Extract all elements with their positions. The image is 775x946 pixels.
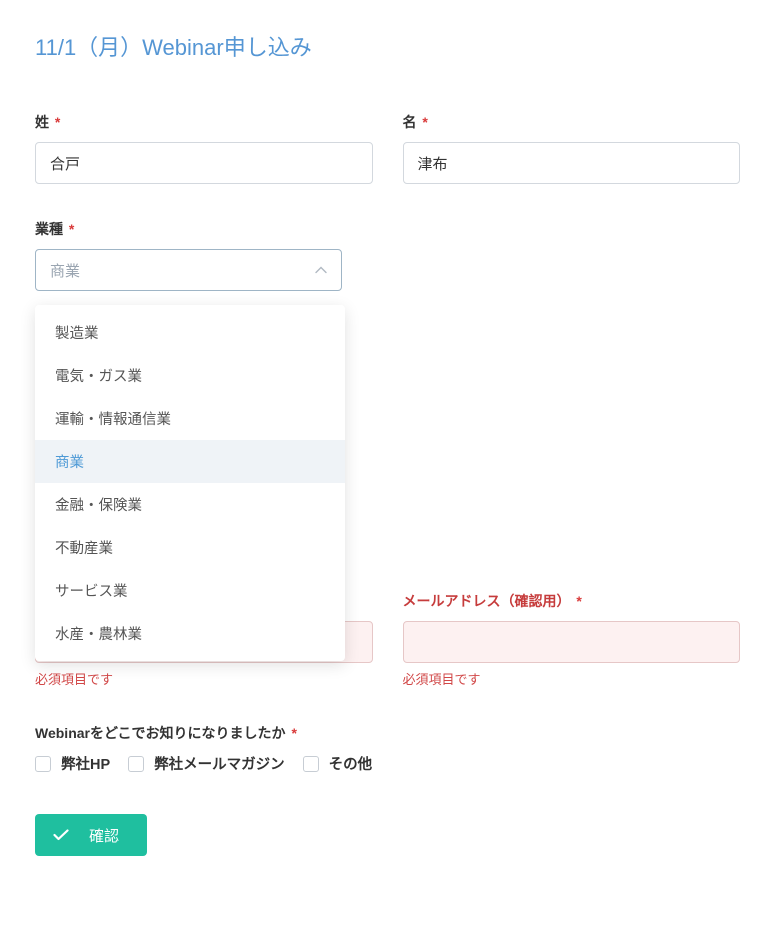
email-confirm-error: 必須項目です bbox=[403, 669, 741, 688]
dropdown-option[interactable]: 水産・農林業 bbox=[35, 612, 345, 655]
source-option: その他 bbox=[303, 753, 373, 774]
email-confirm-group: メールアドレス（確認用） * 必須項目です bbox=[403, 591, 741, 688]
industry-selected-value: 商業 bbox=[50, 260, 80, 281]
confirm-button[interactable]: 確認 bbox=[35, 814, 147, 856]
required-mark: * bbox=[576, 593, 581, 609]
checkbox-label: 弊社HP bbox=[61, 753, 110, 774]
source-option: 弊社メールマガジン bbox=[128, 753, 285, 774]
lastname-label: 姓 * bbox=[35, 112, 373, 132]
industry-group: 業種 * 商業 製造業 電気・ガス業 運輸・情報通信業 商業 金融・保険業 不動… bbox=[35, 219, 342, 291]
checkbox-label: その他 bbox=[329, 753, 373, 774]
dropdown-option[interactable]: 商業 bbox=[35, 440, 345, 483]
required-mark: * bbox=[291, 725, 296, 741]
email-confirm-input[interactable] bbox=[403, 621, 741, 663]
checkbox-mailmag[interactable] bbox=[128, 756, 144, 772]
dropdown-option[interactable]: 電気・ガス業 bbox=[35, 354, 345, 397]
dropdown-option[interactable]: 不動産業 bbox=[35, 526, 345, 569]
dropdown-option[interactable]: サービス業 bbox=[35, 569, 345, 612]
firstname-input[interactable] bbox=[403, 142, 741, 184]
lastname-group: 姓 * bbox=[35, 112, 373, 184]
check-icon bbox=[53, 829, 69, 841]
dropdown-option[interactable]: 運輸・情報通信業 bbox=[35, 397, 345, 440]
industry-dropdown: 製造業 電気・ガス業 運輸・情報通信業 商業 金融・保険業 不動産業 サービス業… bbox=[35, 305, 345, 661]
chevron-up-icon bbox=[315, 266, 327, 274]
industry-label: 業種 * bbox=[35, 219, 342, 239]
required-mark: * bbox=[422, 114, 427, 130]
checkbox-other[interactable] bbox=[303, 756, 319, 772]
dropdown-option[interactable]: 製造業 bbox=[35, 311, 345, 354]
required-mark: * bbox=[69, 221, 74, 237]
lastname-input[interactable] bbox=[35, 142, 373, 184]
industry-select[interactable]: 商業 bbox=[35, 249, 342, 291]
checkbox-hp[interactable] bbox=[35, 756, 51, 772]
email-confirm-label: メールアドレス（確認用） * bbox=[403, 591, 741, 611]
email-error: 必須項目です bbox=[35, 669, 373, 688]
confirm-button-label: 確認 bbox=[89, 825, 119, 846]
firstname-label: 名 * bbox=[403, 112, 741, 132]
firstname-group: 名 * bbox=[403, 112, 741, 184]
dropdown-option[interactable]: 金融・保険業 bbox=[35, 483, 345, 526]
source-label: Webinarをどこでお知りになりましたか * bbox=[35, 723, 740, 743]
form-title: 11/1（月）Webinar申し込み bbox=[35, 30, 740, 62]
source-option: 弊社HP bbox=[35, 753, 110, 774]
source-group: Webinarをどこでお知りになりましたか * 弊社HP 弊社メールマガジン そ… bbox=[35, 723, 740, 774]
checkbox-label: 弊社メールマガジン bbox=[154, 753, 285, 774]
required-mark: * bbox=[55, 114, 60, 130]
